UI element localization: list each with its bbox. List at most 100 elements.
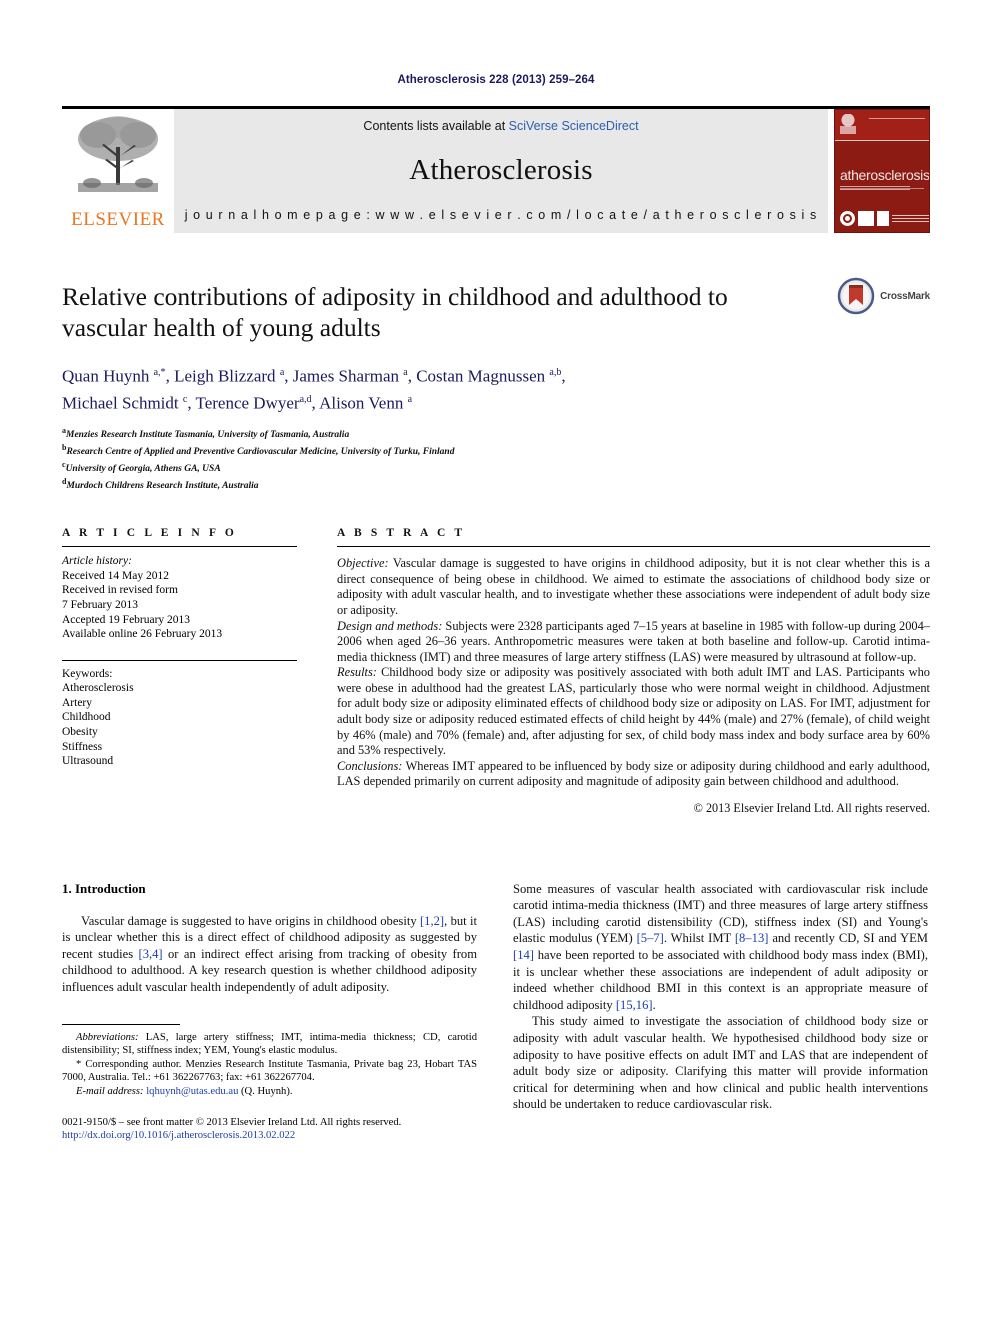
keywords-block: Keywords: Atherosclerosis Artery Childho… <box>62 659 297 769</box>
citation-ref[interactable]: [8–13] <box>735 931 769 945</box>
history-line: Available online 26 February 2013 <box>62 628 223 641</box>
citation-ref[interactable]: [1,2] <box>420 914 444 928</box>
abstract-heading: A B S T R A C T <box>337 527 466 540</box>
affiliation-item: bResearch Centre of Applied and Preventi… <box>62 442 930 459</box>
citation-ref[interactable]: [14] <box>513 948 534 962</box>
abstract-objective-label: Objective: <box>337 556 389 571</box>
affiliation-text: University of Georgia, Athens GA, USA <box>65 464 221 475</box>
journal-cover-thumbnail: atherosclerosis <box>834 109 930 233</box>
journal-title: Atherosclerosis <box>409 154 593 186</box>
footnote-email: E-mail address: lqhuynh@utas.edu.au (Q. … <box>62 1085 477 1099</box>
cover-badge-group <box>840 211 929 226</box>
citation-ref[interactable]: [5–7] <box>637 931 664 945</box>
author-affil-marker: a <box>279 367 285 378</box>
footnote-divider <box>62 1023 180 1025</box>
abstract-design: Design and methods: Subjects were 2328 p… <box>337 619 930 666</box>
citation-ref[interactable]: [3,4] <box>139 947 163 961</box>
introduction-paragraph-1: Vascular damage is suggested to have ori… <box>62 913 478 994</box>
cover-divider <box>840 188 924 189</box>
affiliation-item: cUniversity of Georgia, Athens GA, USA <box>62 459 930 476</box>
abstract-column: A B S T R A C T Objective: Vascular dama… <box>337 527 930 817</box>
cover-subtitle-lines <box>840 186 910 192</box>
body-left-column: 1. Introduction Vascular damage is sugge… <box>62 881 477 1143</box>
abstract-results-label: Results: <box>337 665 377 680</box>
keywords-list: Keywords: Atherosclerosis Artery Childho… <box>62 661 297 769</box>
running-head: Atherosclerosis 228 (2013) 259–264 <box>397 74 595 86</box>
affiliation-item: dMurdoch Childrens Research Institute, A… <box>62 476 930 493</box>
article-history-block: Article history: Received 14 May 2012 Re… <box>62 547 297 642</box>
footnote-abbreviations: Abbreviations: LAS, large artery stiffne… <box>62 1031 477 1058</box>
abstract-objective-text: Vascular damage is suggested to have ori… <box>337 556 930 617</box>
history-line: Received 14 May 2012 <box>62 569 169 582</box>
cover-square-badge-icon <box>858 211 874 226</box>
author-affil-marker: c <box>182 393 188 405</box>
cover-header-band <box>835 110 929 141</box>
author-affil-marker: a,* <box>153 367 166 378</box>
keyword-item: Stiffness <box>62 740 103 753</box>
keyword-item: Obesity <box>62 726 98 739</box>
contents-prefix: Contents lists available at <box>363 119 509 133</box>
history-line: Accepted 19 February 2013 <box>62 613 191 626</box>
introduction-heading: 1. Introduction <box>62 880 146 896</box>
author-affil-marker: a <box>403 367 408 378</box>
citation-ref[interactable]: [15,16] <box>616 998 653 1012</box>
journal-homepage-line[interactable]: j o u r n a l h o m e p a g e : w w w . … <box>185 208 818 222</box>
keyword-item: Ultrasound <box>62 755 114 768</box>
footnote-corresponding-author: * Corresponding author. Menzies Research… <box>62 1058 477 1084</box>
crossmark-icon <box>837 277 875 315</box>
journal-masthead: ELSEVIER Contents lists available at Sci… <box>62 106 930 233</box>
abstract-results: Results: Childhood body size or adiposit… <box>337 665 930 759</box>
abstract-copyright: © 2013 Elsevier Ireland Ltd. All rights … <box>693 801 930 816</box>
sciencedirect-link[interactable]: SciVerse ScienceDirect <box>509 119 639 133</box>
introduction-paragraph-3: This study aimed to investigate the asso… <box>513 1014 928 1112</box>
body-columns: 1. Introduction Vascular damage is sugge… <box>62 881 930 1143</box>
cover-square-badge-2-icon <box>877 211 889 226</box>
abstract-design-label: Design and methods: <box>337 618 443 633</box>
abstract-conclusions-label: Conclusions: <box>337 758 403 773</box>
email-label: E-mail address: <box>76 1085 144 1097</box>
elsevier-logo: ELSEVIER <box>62 109 174 233</box>
keyword-item: Atherosclerosis <box>62 682 134 695</box>
issn-line: 0021-9150/$ – see front matter © 2013 El… <box>62 1116 402 1128</box>
author-list: Quan Huynh a,*, Leigh Blizzard a, James … <box>62 366 566 413</box>
article-page: Atherosclerosis 228 (2013) 259–264 ELSEV… <box>0 0 992 1323</box>
keyword-item: Childhood <box>62 711 111 724</box>
cover-elsevier-tree-icon <box>840 114 856 134</box>
footnotes-block: Abbreviations: LAS, large artery stiffne… <box>62 1018 477 1143</box>
body-right-column: Some measures of vascular health associa… <box>513 881 928 1143</box>
article-info-column: A R T I C L E I N F O Article history: R… <box>62 527 297 817</box>
cover-circle-badge-icon <box>840 211 855 226</box>
doi-link[interactable]: http://dx.doi.org/10.1016/j.atherosclero… <box>62 1129 477 1143</box>
abstract-conclusions-text: Whereas IMT appeared to be influenced by… <box>337 758 930 789</box>
crossmark-badge[interactable]: CrossMark <box>837 277 930 315</box>
author-affil-marker: a,d <box>299 393 312 405</box>
author-affil-marker: a,b <box>549 367 562 378</box>
contents-list-line: Contents lists available at SciVerse Sci… <box>363 119 638 133</box>
abstract-results-text: Childhood body size or adiposity was pos… <box>337 665 930 758</box>
email-link[interactable]: lqhuynh@utas.edu.au <box>146 1086 238 1097</box>
abstract-objective: Objective: Vascular damage is suggested … <box>337 556 930 618</box>
elsevier-wordmark: ELSEVIER <box>71 209 165 230</box>
article-history-label: Article history: <box>62 555 132 568</box>
author-affil-marker: a <box>407 393 413 405</box>
cover-header-text-lines <box>869 118 925 121</box>
keywords-label: Keywords: <box>62 667 113 680</box>
history-line: 7 February 2013 <box>62 598 139 611</box>
title-block: CrossMark Relative contributions of adip… <box>62 277 930 493</box>
affiliation-text: Menzies Research Institute Tasmania, Uni… <box>66 430 350 441</box>
abbreviations-label: Abbreviations: <box>76 1031 139 1043</box>
affiliation-text: Research Centre of Applied and Preventiv… <box>66 447 455 458</box>
page-title: Relative contributions of adiposity in c… <box>62 282 728 342</box>
masthead-center: Contents lists available at SciVerse Sci… <box>174 109 828 233</box>
abstract-body: Objective: Vascular damage is suggested … <box>337 547 930 817</box>
cover-footer-lines <box>892 214 929 223</box>
introduction-paragraph-2: Some measures of vascular health associa… <box>513 881 928 1012</box>
article-info-heading: A R T I C L E I N F O <box>62 527 237 540</box>
keyword-item: Artery <box>62 696 93 709</box>
affiliation-text: Murdoch Childrens Research Institute, Au… <box>66 481 259 492</box>
info-abstract-grid: A R T I C L E I N F O Article history: R… <box>62 527 930 817</box>
affiliation-item: aMenzies Research Institute Tasmania, Un… <box>62 425 930 442</box>
crossmark-label: CrossMark <box>880 290 930 302</box>
affiliation-list: aMenzies Research Institute Tasmania, Un… <box>62 425 930 493</box>
cover-journal-title: atherosclerosis <box>840 167 930 183</box>
